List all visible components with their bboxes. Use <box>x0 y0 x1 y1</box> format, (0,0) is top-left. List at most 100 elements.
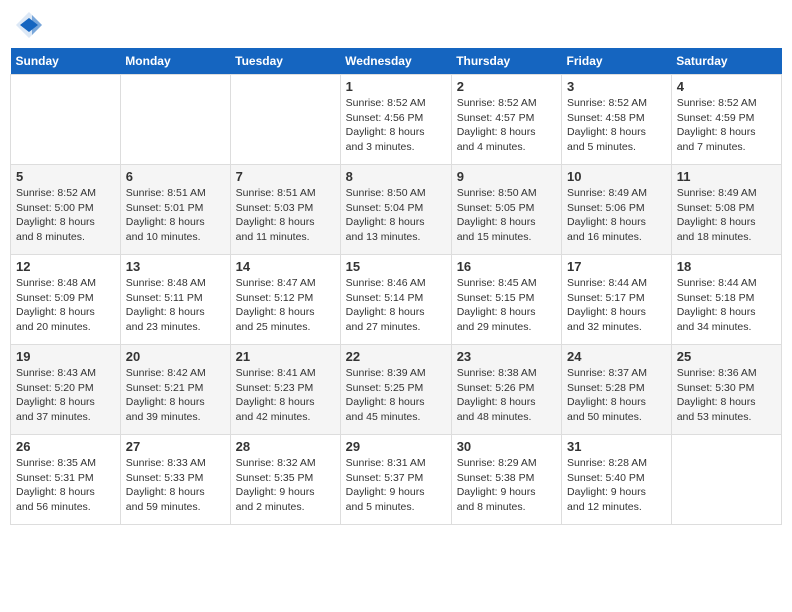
calendar-cell: 31 Sunrise: 8:28 AM Sunset: 5:40 PM Dayli… <box>562 435 672 525</box>
day-info: Sunrise: 8:42 AM Sunset: 5:21 PM Dayligh… <box>126 366 225 425</box>
day-number: 29 <box>346 439 446 454</box>
calendar-week-2: 5 Sunrise: 8:52 AM Sunset: 5:00 PM Daylig… <box>11 165 782 255</box>
day-number: 16 <box>457 259 556 274</box>
day-number: 15 <box>346 259 446 274</box>
day-number: 19 <box>16 349 115 364</box>
day-number: 18 <box>677 259 776 274</box>
day-info: Sunrise: 8:37 AM Sunset: 5:28 PM Dayligh… <box>567 366 666 425</box>
day-info: Sunrise: 8:43 AM Sunset: 5:20 PM Dayligh… <box>16 366 115 425</box>
day-info: Sunrise: 8:32 AM Sunset: 5:35 PM Dayligh… <box>236 456 335 515</box>
calendar-cell: 29 Sunrise: 8:31 AM Sunset: 5:37 PM Dayli… <box>340 435 451 525</box>
calendar-week-3: 12 Sunrise: 8:48 AM Sunset: 5:09 PM Dayli… <box>11 255 782 345</box>
logo <box>14 10 48 40</box>
day-info: Sunrise: 8:45 AM Sunset: 5:15 PM Dayligh… <box>457 276 556 335</box>
calendar-cell: 4 Sunrise: 8:52 AM Sunset: 4:59 PM Daylig… <box>671 75 781 165</box>
day-number: 14 <box>236 259 335 274</box>
day-number: 26 <box>16 439 115 454</box>
day-info: Sunrise: 8:49 AM Sunset: 5:08 PM Dayligh… <box>677 186 776 245</box>
calendar-cell: 6Sunrise: 8:51 AM Sunset: 5:01 PM Daylig… <box>120 165 230 255</box>
day-number: 24 <box>567 349 666 364</box>
calendar-cell: 24 Sunrise: 8:37 AM Sunset: 5:28 PM Dayli… <box>562 345 672 435</box>
day-number: 6 <box>126 169 225 184</box>
weekday-header-wednesday: Wednesday <box>340 48 451 75</box>
day-number: 1 <box>346 79 446 94</box>
calendar-cell: 13 Sunrise: 8:48 AM Sunset: 5:11 PM Dayli… <box>120 255 230 345</box>
day-number: 20 <box>126 349 225 364</box>
weekday-header-friday: Friday <box>562 48 672 75</box>
calendar-cell: 8Sunrise: 8:50 AM Sunset: 5:04 PM Daylig… <box>340 165 451 255</box>
day-number: 11 <box>677 169 776 184</box>
day-info: Sunrise: 8:28 AM Sunset: 5:40 PM Dayligh… <box>567 456 666 515</box>
calendar-cell: 5 Sunrise: 8:52 AM Sunset: 5:00 PM Daylig… <box>11 165 121 255</box>
calendar-header: SundayMondayTuesdayWednesdayThursdayFrid… <box>11 48 782 75</box>
day-number: 9 <box>457 169 556 184</box>
day-number: 23 <box>457 349 556 364</box>
day-number: 30 <box>457 439 556 454</box>
calendar-cell: 14Sunrise: 8:47 AM Sunset: 5:12 PM Dayli… <box>230 255 340 345</box>
calendar-cell: 11 Sunrise: 8:49 AM Sunset: 5:08 PM Dayli… <box>671 165 781 255</box>
calendar-table: SundayMondayTuesdayWednesdayThursdayFrid… <box>10 48 782 525</box>
calendar-cell: 12 Sunrise: 8:48 AM Sunset: 5:09 PM Dayli… <box>11 255 121 345</box>
day-number: 28 <box>236 439 335 454</box>
logo-icon <box>14 10 44 40</box>
weekday-header-sunday: Sunday <box>11 48 121 75</box>
day-number: 31 <box>567 439 666 454</box>
day-number: 17 <box>567 259 666 274</box>
calendar-cell <box>230 75 340 165</box>
weekday-header-thursday: Thursday <box>451 48 561 75</box>
day-info: Sunrise: 8:52 AM Sunset: 5:00 PM Dayligh… <box>16 186 115 245</box>
calendar-cell: 20 Sunrise: 8:42 AM Sunset: 5:21 PM Dayli… <box>120 345 230 435</box>
day-info: Sunrise: 8:48 AM Sunset: 5:09 PM Dayligh… <box>16 276 115 335</box>
weekday-header-saturday: Saturday <box>671 48 781 75</box>
calendar-cell: 26Sunrise: 8:35 AM Sunset: 5:31 PM Dayli… <box>11 435 121 525</box>
day-info: Sunrise: 8:49 AM Sunset: 5:06 PM Dayligh… <box>567 186 666 245</box>
day-number: 27 <box>126 439 225 454</box>
day-info: Sunrise: 8:51 AM Sunset: 5:03 PM Dayligh… <box>236 186 335 245</box>
calendar-cell: 1 Sunrise: 8:52 AM Sunset: 4:56 PM Daylig… <box>340 75 451 165</box>
weekday-header-row: SundayMondayTuesdayWednesdayThursdayFrid… <box>11 48 782 75</box>
calendar-cell: 30 Sunrise: 8:29 AM Sunset: 5:38 PM Dayli… <box>451 435 561 525</box>
day-number: 25 <box>677 349 776 364</box>
calendar-cell: 10 Sunrise: 8:49 AM Sunset: 5:06 PM Dayli… <box>562 165 672 255</box>
day-info: Sunrise: 8:50 AM Sunset: 5:05 PM Dayligh… <box>457 186 556 245</box>
weekday-header-tuesday: Tuesday <box>230 48 340 75</box>
calendar-cell: 28 Sunrise: 8:32 AM Sunset: 5:35 PM Dayli… <box>230 435 340 525</box>
day-number: 10 <box>567 169 666 184</box>
calendar-cell: 25 Sunrise: 8:36 AM Sunset: 5:30 PM Dayli… <box>671 345 781 435</box>
day-info: Sunrise: 8:52 AM Sunset: 4:57 PM Dayligh… <box>457 96 556 155</box>
calendar-week-5: 26Sunrise: 8:35 AM Sunset: 5:31 PM Dayli… <box>11 435 782 525</box>
day-number: 22 <box>346 349 446 364</box>
calendar-cell: 2Sunrise: 8:52 AM Sunset: 4:57 PM Daylig… <box>451 75 561 165</box>
day-number: 4 <box>677 79 776 94</box>
calendar-cell: 3Sunrise: 8:52 AM Sunset: 4:58 PM Daylig… <box>562 75 672 165</box>
calendar-cell: 15 Sunrise: 8:46 AM Sunset: 5:14 PM Dayli… <box>340 255 451 345</box>
day-number: 5 <box>16 169 115 184</box>
calendar-week-4: 19 Sunrise: 8:43 AM Sunset: 5:20 PM Dayli… <box>11 345 782 435</box>
day-number: 12 <box>16 259 115 274</box>
day-info: Sunrise: 8:44 AM Sunset: 5:17 PM Dayligh… <box>567 276 666 335</box>
calendar-cell <box>671 435 781 525</box>
day-info: Sunrise: 8:41 AM Sunset: 5:23 PM Dayligh… <box>236 366 335 425</box>
day-info: Sunrise: 8:31 AM Sunset: 5:37 PM Dayligh… <box>346 456 446 515</box>
day-info: Sunrise: 8:29 AM Sunset: 5:38 PM Dayligh… <box>457 456 556 515</box>
day-info: Sunrise: 8:44 AM Sunset: 5:18 PM Dayligh… <box>677 276 776 335</box>
day-info: Sunrise: 8:38 AM Sunset: 5:26 PM Dayligh… <box>457 366 556 425</box>
day-info: Sunrise: 8:48 AM Sunset: 5:11 PM Dayligh… <box>126 276 225 335</box>
calendar-body: 1 Sunrise: 8:52 AM Sunset: 4:56 PM Daylig… <box>11 75 782 525</box>
day-number: 21 <box>236 349 335 364</box>
day-number: 7 <box>236 169 335 184</box>
calendar-cell: 22Sunrise: 8:39 AM Sunset: 5:25 PM Dayli… <box>340 345 451 435</box>
calendar-cell: 7 Sunrise: 8:51 AM Sunset: 5:03 PM Daylig… <box>230 165 340 255</box>
day-number: 8 <box>346 169 446 184</box>
day-info: Sunrise: 8:52 AM Sunset: 4:56 PM Dayligh… <box>346 96 446 155</box>
calendar-cell: 23 Sunrise: 8:38 AM Sunset: 5:26 PM Dayli… <box>451 345 561 435</box>
weekday-header-monday: Monday <box>120 48 230 75</box>
day-info: Sunrise: 8:52 AM Sunset: 4:58 PM Dayligh… <box>567 96 666 155</box>
day-info: Sunrise: 8:52 AM Sunset: 4:59 PM Dayligh… <box>677 96 776 155</box>
calendar-cell <box>120 75 230 165</box>
day-info: Sunrise: 8:46 AM Sunset: 5:14 PM Dayligh… <box>346 276 446 335</box>
calendar-cell: 27Sunrise: 8:33 AM Sunset: 5:33 PM Dayli… <box>120 435 230 525</box>
day-number: 13 <box>126 259 225 274</box>
day-info: Sunrise: 8:36 AM Sunset: 5:30 PM Dayligh… <box>677 366 776 425</box>
calendar-cell: 21 Sunrise: 8:41 AM Sunset: 5:23 PM Dayli… <box>230 345 340 435</box>
